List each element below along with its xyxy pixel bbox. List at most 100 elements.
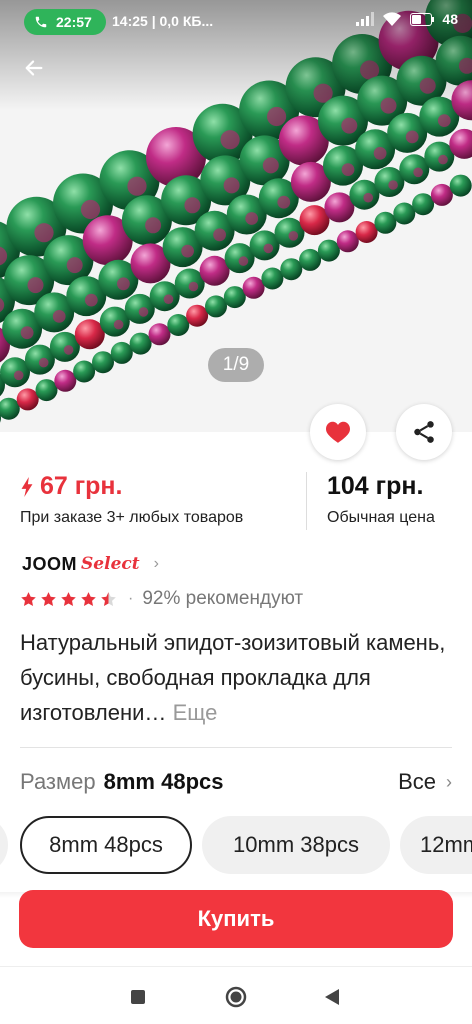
recents-button[interactable] <box>126 985 150 1009</box>
size-chip-selected[interactable]: 8mm 48pcs <box>20 816 192 874</box>
star-icon <box>81 591 96 606</box>
rating-row[interactable]: · 92% рекомендуют <box>20 587 303 611</box>
size-all-link[interactable]: Все › <box>398 769 452 795</box>
rating-separator: · <box>128 590 134 607</box>
more-link[interactable]: Еще <box>173 700 218 725</box>
bead <box>317 239 340 262</box>
circle-icon <box>225 986 247 1008</box>
bead <box>355 221 378 243</box>
bead-spot <box>127 176 147 196</box>
recommend-text: 92% рекомендуют <box>142 588 304 609</box>
brand-logo-select: Select <box>81 554 140 574</box>
bead-spot <box>388 180 398 190</box>
bead-spot <box>117 277 130 291</box>
bead <box>374 211 397 234</box>
bead <box>186 304 209 327</box>
wifi-icon <box>383 11 402 26</box>
bead-spot <box>184 197 201 214</box>
bead <box>412 193 435 216</box>
bead <box>449 174 472 197</box>
back-button[interactable] <box>18 52 50 84</box>
size-selected-value: 8mm 48pcs <box>103 769 224 794</box>
bead <box>167 314 190 336</box>
bead <box>223 286 246 309</box>
phone-icon <box>35 16 47 28</box>
bead-spot <box>13 370 24 381</box>
system-nav-bar <box>0 966 472 1024</box>
heart-icon <box>326 421 350 443</box>
bead-spot <box>138 307 149 317</box>
bead-spot <box>405 130 419 144</box>
size-chip-previous[interactable] <box>0 816 8 874</box>
bead-spot <box>38 357 49 368</box>
bead-spot <box>373 146 387 160</box>
brand-logo-joom: JOOM <box>22 553 78 574</box>
size-all-label: Все <box>398 769 436 794</box>
promo-price-block: 67 грн. При заказе 3+ любых товаров <box>20 472 243 527</box>
bead-spot <box>438 154 448 165</box>
bead-spot <box>145 217 162 234</box>
bead-spot <box>263 243 274 254</box>
bead <box>16 388 39 411</box>
image-page-counter: 1/9 <box>208 348 264 382</box>
bead-spot <box>113 319 124 330</box>
brand-link[interactable]: JOOM Select › <box>22 552 159 576</box>
regular-price: 104 грн. <box>327 472 424 500</box>
bead-spot <box>213 228 227 242</box>
regular-price-label: Обычная цена <box>327 509 435 526</box>
status-bar: 22:57 14:25 | 0,0 КБ... 48 <box>0 0 472 44</box>
bead-spot <box>277 195 291 209</box>
product-title-text: Натуральный эпидот-зоизитовый камень, бу… <box>20 630 446 725</box>
call-duration: 22:57 <box>56 14 92 30</box>
back-nav-button[interactable] <box>320 985 344 1009</box>
home-button[interactable] <box>224 985 248 1009</box>
bead-spot <box>181 244 195 258</box>
bead <box>54 369 77 392</box>
star-icon <box>101 591 116 606</box>
chevron-right-icon: › <box>446 771 452 792</box>
bead <box>73 360 96 383</box>
bead-spot <box>223 177 240 194</box>
size-selector-row[interactable]: Размер 8mm 48pcs Все › <box>20 766 452 798</box>
bead-spot <box>238 256 249 266</box>
bead <box>205 295 227 318</box>
active-call-pill[interactable]: 22:57 <box>24 9 106 35</box>
buy-button[interactable]: Купить <box>19 890 453 948</box>
bead-spot <box>262 157 279 174</box>
star-icon <box>41 591 56 606</box>
product-title[interactable]: Натуральный эпидот-зоизитовый камень, бу… <box>20 625 460 730</box>
bead-spot <box>52 310 66 323</box>
battery-icon <box>410 12 435 26</box>
bead-spot <box>341 163 355 177</box>
arrow-back-icon <box>25 60 43 76</box>
bead <box>148 323 171 346</box>
share-icon <box>414 421 434 443</box>
bead <box>336 230 359 253</box>
chevron-right-icon: › <box>153 555 159 572</box>
bead-spot <box>20 326 34 340</box>
bead-spot <box>363 192 374 203</box>
price-divider <box>306 472 307 530</box>
promo-condition: При заказе 3+ любых товаров <box>20 509 244 526</box>
size-label: Размер <box>20 769 96 794</box>
favorite-button[interactable] <box>310 404 366 460</box>
bead <box>393 202 416 225</box>
size-chip[interactable]: 12mm <box>400 816 472 874</box>
bead <box>299 248 322 271</box>
share-button[interactable] <box>396 404 452 460</box>
bead <box>430 183 453 206</box>
size-chip[interactable]: 10mm 38pcs <box>202 816 390 874</box>
bead-spot <box>341 117 358 134</box>
battery-level: 48 <box>442 11 458 27</box>
size-options: 8mm 48pcs 10mm 38pcs 12mm <box>0 816 472 876</box>
lightning-icon <box>21 476 33 497</box>
bead <box>92 351 114 374</box>
star-icon <box>61 591 76 606</box>
regular-price-block: 104 грн. Обычная цена <box>327 472 435 527</box>
signal-icon <box>356 12 375 26</box>
bead-spot <box>34 223 54 243</box>
product-image-gallery[interactable]: 22:57 14:25 | 0,0 КБ... 48 1/9 <box>0 0 472 432</box>
bead-spot <box>437 114 451 127</box>
bead <box>242 276 265 299</box>
star-icon <box>21 591 36 606</box>
